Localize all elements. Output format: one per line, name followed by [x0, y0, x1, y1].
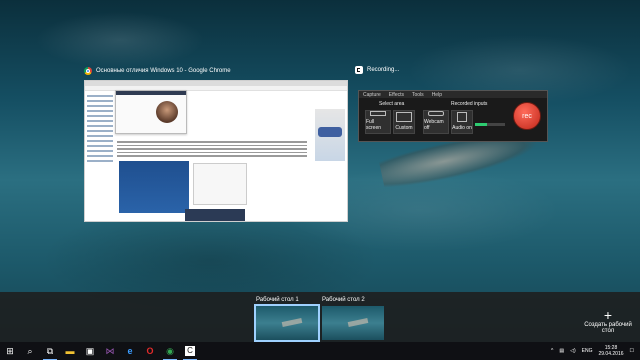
desktop-1-thumbnail[interactable] — [254, 304, 320, 342]
audio-toggle[interactable]: Audio on — [451, 110, 473, 134]
chevron-up-icon[interactable]: ^ — [551, 348, 553, 354]
visual-studio-icon: ⋈ — [105, 345, 115, 356]
chrome-icon: ◉ — [166, 345, 174, 356]
menu-tools[interactable]: Tools — [412, 92, 424, 98]
menu-capture[interactable]: Capture — [363, 92, 381, 98]
desktop-2-label: Рабочий стол 2 — [322, 297, 365, 303]
volume-icon[interactable]: ◁) — [570, 348, 576, 354]
recording-window-thumbnail[interactable]: Capture Effects Tools Help Select area R… — [358, 90, 548, 142]
article-text — [117, 139, 307, 159]
taskbar-chrome[interactable]: ◉ — [160, 342, 180, 360]
start-button[interactable]: ⊞ — [0, 342, 20, 360]
monitor-icon — [396, 112, 412, 122]
record-button[interactable]: rec — [513, 102, 541, 130]
full-screen-button[interactable]: Full screen — [365, 110, 391, 134]
new-desktop-label: Создать рабочий стол — [584, 322, 632, 334]
article-dialog — [193, 163, 247, 205]
microphone-icon — [457, 112, 467, 122]
taskbar-opera[interactable]: O — [140, 342, 160, 360]
taskbar: ⊞ ⌕ ⧉ ▬ ▣ ⋈ e O ◉ C ^ ▤ ◁) ENG 15:28 29.… — [0, 342, 640, 360]
chrome-window-title-text: Основные отличия Windows 10 - Google Chr… — [96, 68, 231, 74]
audio-level-meter — [475, 123, 505, 126]
clock-date: 29.04.2016 — [598, 351, 624, 357]
windows-logo-icon: ⊞ — [6, 345, 14, 356]
system-tray: ^ ▤ ◁) ENG 15:28 29.04.2016 ☐ — [551, 342, 640, 360]
chrome-icon — [84, 67, 92, 75]
menu-effects[interactable]: Effects — [389, 92, 404, 98]
select-area-label: Select area — [379, 101, 405, 107]
recording-panel: Select area Recorded inputs Full screen … — [361, 101, 511, 139]
taskbar-edge[interactable]: e — [120, 342, 140, 360]
desktop-2-thumbnail[interactable] — [322, 306, 384, 340]
search-icon: ⌕ — [27, 345, 33, 356]
chrome-window-thumbnail[interactable] — [84, 80, 348, 222]
ad-banner — [315, 109, 345, 161]
store-icon: ▣ — [85, 345, 95, 356]
page-sidebar — [87, 92, 113, 202]
custom-area-button[interactable]: Custom — [393, 110, 415, 134]
recorded-inputs-label: Recorded inputs — [451, 101, 488, 107]
page-popup — [115, 90, 187, 134]
clock[interactable]: 15:28 29.04.2016 — [598, 345, 623, 357]
desktop-1-label: Рабочий стол 1 — [256, 297, 299, 303]
chrome-window-title[interactable]: Основные отличия Windows 10 - Google Chr… — [84, 67, 231, 75]
taskbar-store[interactable]: ▣ — [80, 342, 100, 360]
notifications-icon[interactable]: ☐ — [630, 348, 634, 354]
monitor-icon — [370, 111, 386, 116]
capture-app-icon: C — [185, 346, 195, 356]
virtual-desktops-bar — [0, 292, 640, 342]
article-screenshot — [119, 161, 189, 213]
webcam-toggle[interactable]: Webcam off — [423, 110, 449, 134]
taskbar-file-explorer[interactable]: ▬ — [60, 342, 80, 360]
capture-app-icon — [355, 66, 363, 74]
edge-icon: e — [127, 346, 133, 356]
avatar — [156, 101, 178, 123]
search-button[interactable]: ⌕ — [20, 342, 40, 360]
task-view-icon: ⧉ — [46, 345, 54, 356]
new-desktop-button[interactable]: + Создать рабочий стол — [583, 308, 633, 334]
plus-icon: + — [603, 307, 613, 323]
webcam-icon — [428, 111, 444, 116]
menu-help[interactable]: Help — [432, 92, 442, 98]
network-icon[interactable]: ▤ — [559, 348, 564, 354]
page-toast — [185, 209, 245, 221]
opera-icon: O — [146, 346, 154, 356]
taskbar-capture-app[interactable]: C — [180, 342, 200, 360]
recording-window-title-text: Recording... — [367, 67, 400, 73]
task-view-button[interactable]: ⧉ — [40, 342, 60, 360]
taskbar-visual-studio[interactable]: ⋈ — [100, 342, 120, 360]
file-explorer-icon: ▬ — [65, 346, 75, 356]
recording-window-title[interactable]: Recording... — [355, 66, 399, 74]
recording-menu-bar: Capture Effects Tools Help — [359, 91, 547, 98]
language-indicator[interactable]: ENG — [582, 348, 593, 354]
